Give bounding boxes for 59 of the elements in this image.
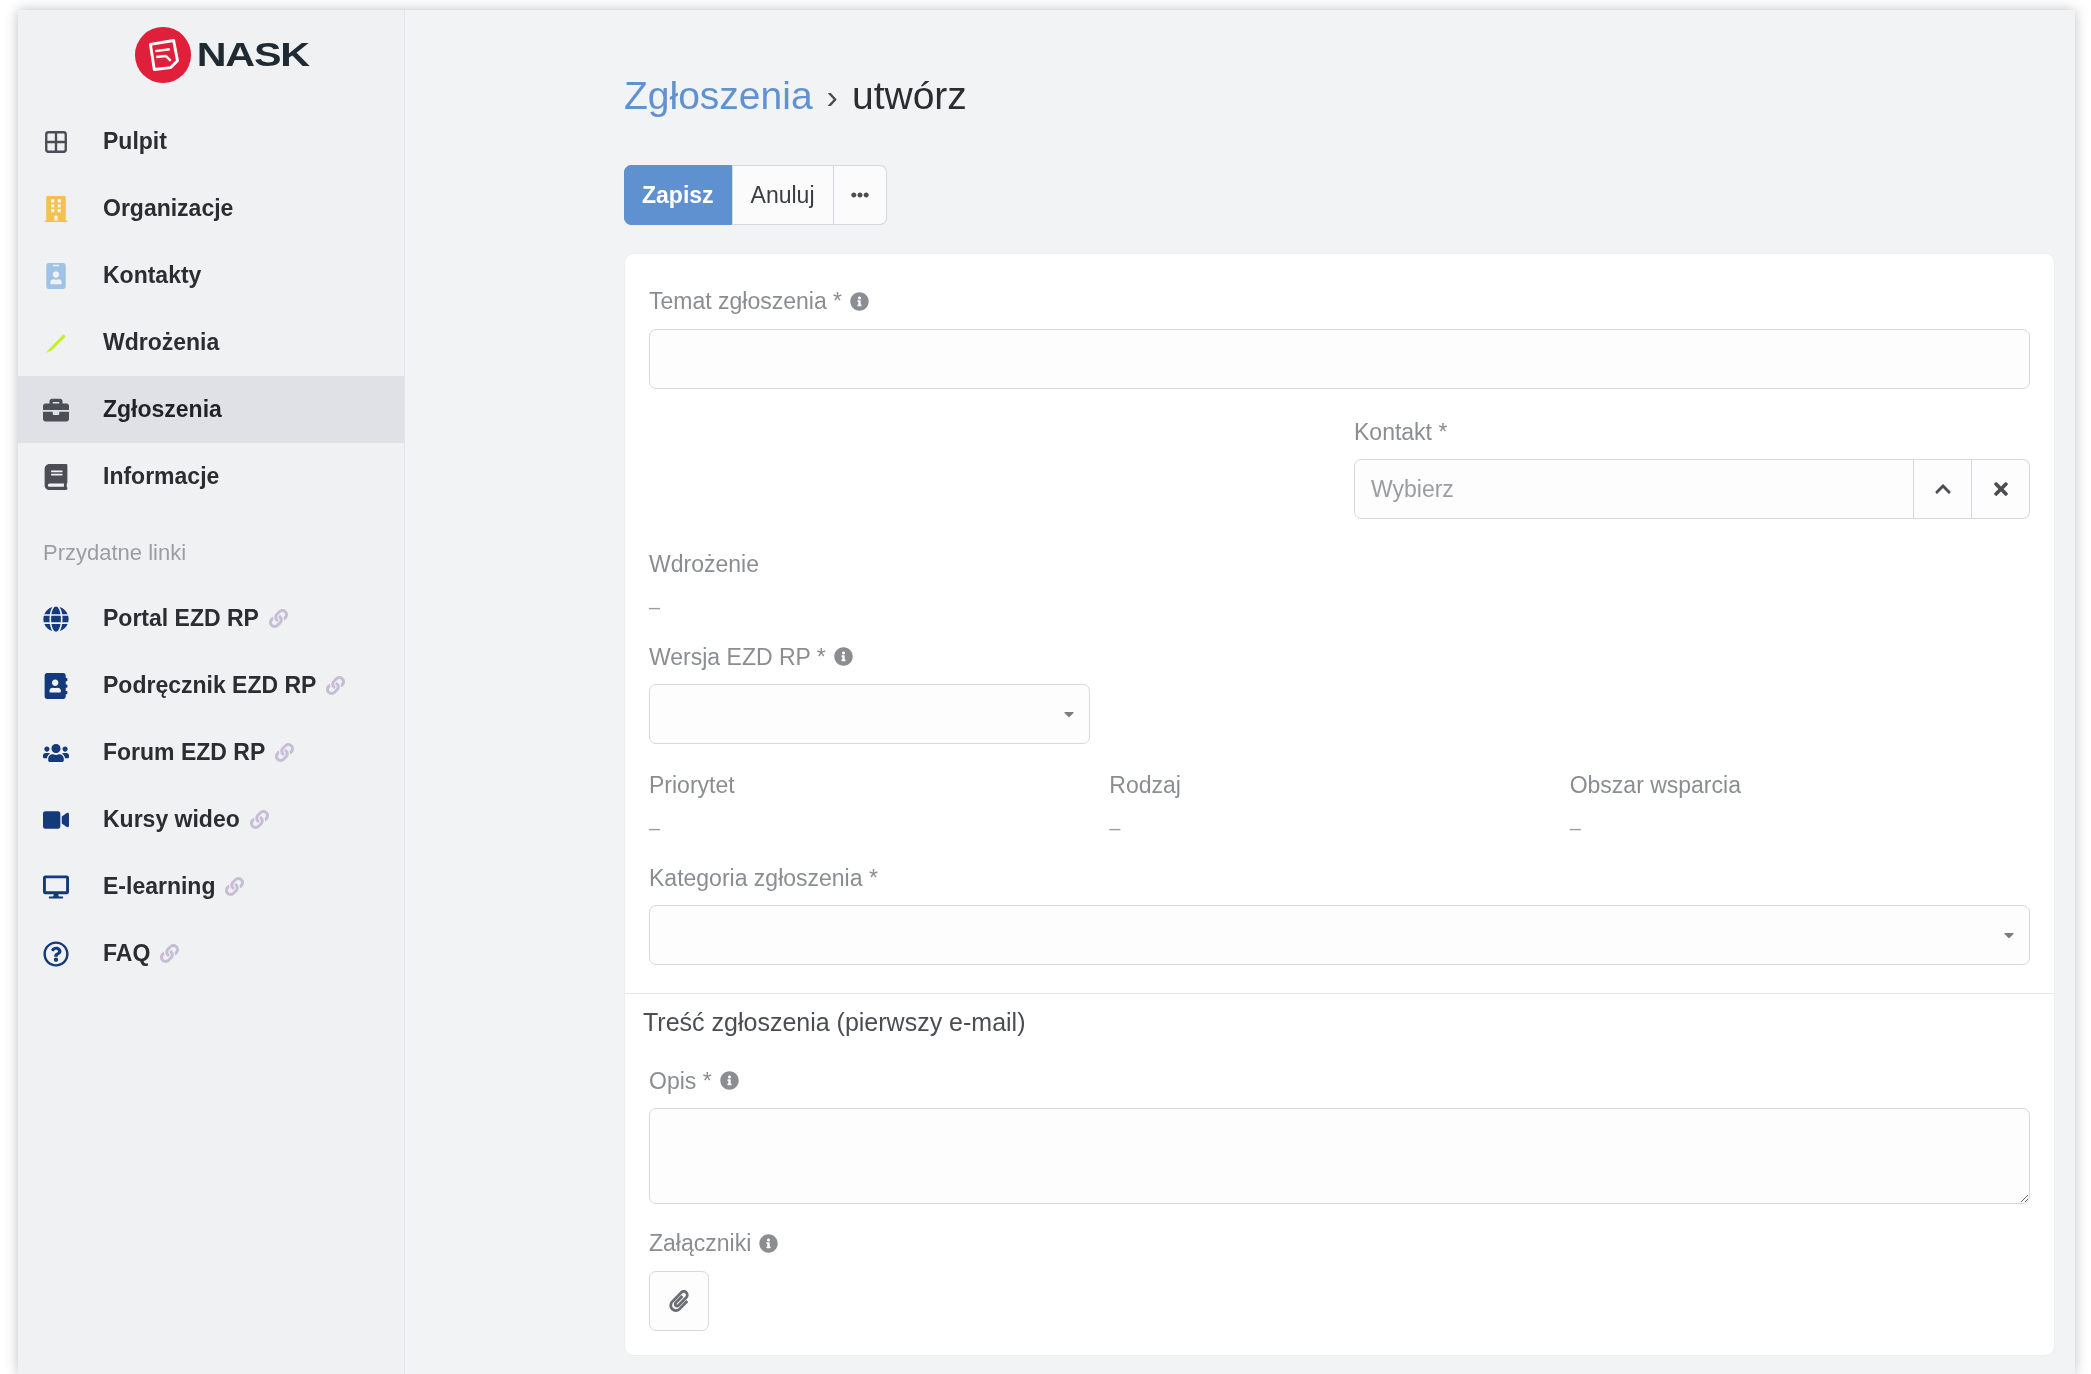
field-label: Kontakt * (1354, 417, 1448, 447)
help-icon (43, 940, 69, 967)
link-icon (225, 877, 245, 896)
info-icon[interactable] (759, 1233, 779, 1253)
book-icon (43, 672, 69, 699)
link-icon (160, 944, 180, 963)
link-icon (275, 743, 295, 762)
logo-icon (134, 26, 193, 84)
id-badge-icon (43, 262, 69, 289)
section-title: Przydatne linki (42, 539, 188, 567)
cancel-button[interactable]: Anuluj (731, 165, 834, 225)
field-value: – (1569, 815, 1582, 841)
attach-button[interactable] (649, 1270, 709, 1331)
field-label: Priorytet (649, 771, 735, 800)
field-label: Wdrożenie (649, 550, 759, 579)
info-icon[interactable] (850, 291, 870, 311)
external-link[interactable]: Kursy wideo (103, 802, 269, 837)
breadcrumb-separator: › (826, 75, 838, 117)
more-button[interactable] (833, 165, 887, 225)
link-icon (249, 810, 269, 829)
clear-button[interactable] (1972, 459, 2030, 519)
subject-input[interactable] (649, 328, 2030, 389)
toggle-button[interactable] (1914, 459, 1972, 519)
nav-item[interactable]: Organizacje (18, 175, 404, 242)
field-label: Opis * (649, 1066, 712, 1096)
info-icon[interactable] (833, 647, 853, 667)
link-icon (268, 609, 288, 628)
external-link[interactable]: FAQ (103, 936, 180, 971)
globe-icon (43, 605, 69, 632)
field-value: – (649, 594, 662, 620)
field-value: – (649, 815, 662, 841)
external-link[interactable]: Forum EZD RP (103, 735, 295, 770)
nav-item[interactable]: Kontakty (18, 242, 404, 309)
nav-item[interactable]: Informacje (18, 443, 404, 510)
field-label: Kategoria zgłoszenia * (649, 863, 878, 893)
external-link[interactable]: E-learning (103, 869, 245, 904)
monitor-icon (43, 873, 69, 900)
field-label: Temat zgłoszenia * (649, 287, 843, 316)
field-value: – (1109, 815, 1122, 841)
section-title: Treść zgłoszenia (pierwszy e-mail) (643, 1007, 1027, 1038)
paperclip-icon (668, 1289, 690, 1312)
building-icon (43, 195, 69, 222)
briefcase-icon (43, 396, 69, 423)
field-label: Obszar wsparcia (1569, 771, 1741, 800)
book-icon (43, 463, 69, 490)
contact-input[interactable]: Wybierz (1354, 459, 1914, 519)
field-label: Wersja EZD RP * (649, 642, 826, 672)
external-link[interactable]: Podręcznik EZD RP (103, 668, 346, 703)
field-label: Załączniki (649, 1229, 752, 1258)
nav-item[interactable]: Pulpit (18, 108, 404, 175)
grid-icon (43, 128, 69, 155)
link-icon (326, 676, 346, 695)
external-link[interactable]: Portal EZD RP (103, 601, 288, 636)
page-title: utwórz (851, 72, 967, 119)
info-icon[interactable] (719, 1071, 739, 1091)
field-label: Rodzaj (1109, 771, 1181, 800)
logo-text: NASK (197, 35, 309, 76)
nav-item[interactable]: Zgłoszenia (18, 376, 404, 443)
nav-item[interactable]: Wdrożenia (18, 309, 404, 376)
